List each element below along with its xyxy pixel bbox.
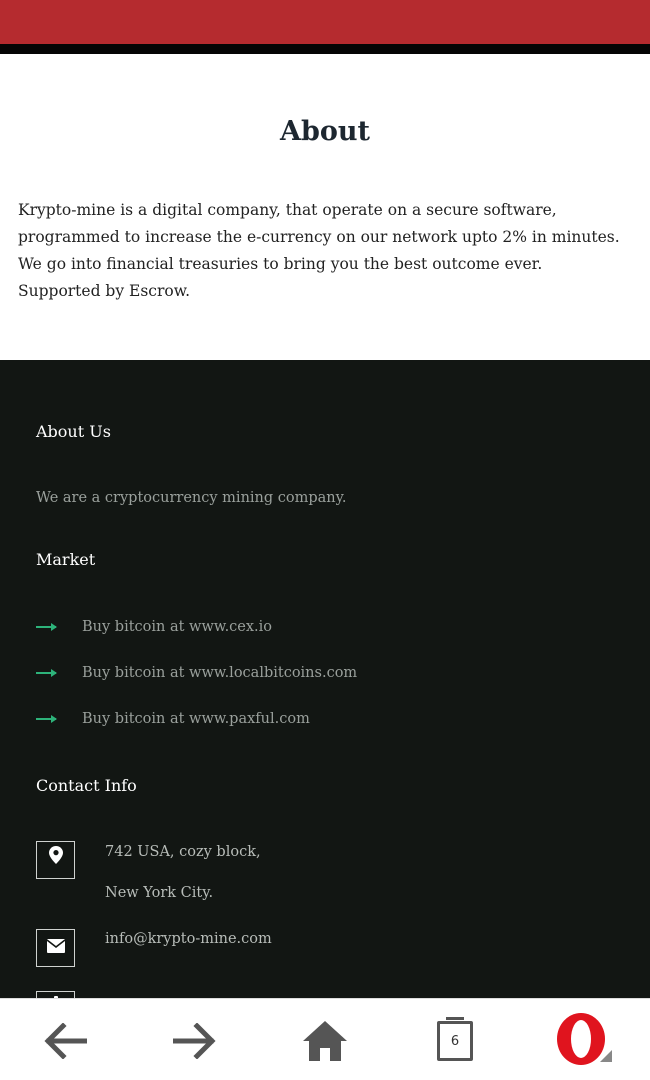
about-us-heading: About Us xyxy=(36,422,111,441)
about-us-text: We are a cryptocurrency mining company. xyxy=(36,490,347,506)
home-icon xyxy=(303,1021,347,1061)
about-line: programmed to increase the e-currency on… xyxy=(18,228,620,246)
home-button[interactable] xyxy=(295,1011,355,1071)
envelope-icon xyxy=(46,939,65,953)
address-line: New York City. xyxy=(105,885,214,901)
market-link[interactable]: Buy bitcoin at www.localbitcoins.com xyxy=(82,665,357,681)
tabs-button[interactable]: 6 xyxy=(425,1011,485,1071)
email-link[interactable]: info@krypto-mine.com xyxy=(105,931,272,947)
map-marker-icon xyxy=(48,846,63,864)
back-button[interactable] xyxy=(35,1011,95,1071)
email-icon-box xyxy=(36,929,75,967)
about-line: Krypto-mine is a digital company, that o… xyxy=(18,201,557,219)
opera-menu-button[interactable] xyxy=(553,1011,613,1071)
page-title: About xyxy=(280,116,370,147)
contact-heading: Contact Info xyxy=(36,776,137,795)
location-icon-box xyxy=(36,841,75,879)
arrow-left-icon xyxy=(44,1023,87,1059)
market-item[interactable]: Buy bitcoin at www.localbitcoins.com xyxy=(36,661,357,685)
status-strip xyxy=(0,44,650,54)
market-item[interactable]: Buy bitcoin at www.cex.io xyxy=(36,615,272,639)
about-description: Krypto-mine is a digital company, that o… xyxy=(18,197,633,305)
status-bar xyxy=(0,0,650,44)
footer: About Us We are a cryptocurrency mining … xyxy=(0,360,650,1029)
about-section: About Krypto-mine is a digital company, … xyxy=(0,54,650,360)
market-heading: Market xyxy=(36,550,96,569)
tab-count-badge: 6 xyxy=(437,1017,473,1061)
arrow-right-icon xyxy=(36,669,57,677)
address-line: 742 USA, cozy block, xyxy=(105,844,261,860)
about-line: We go into financial treasuries to bring… xyxy=(18,255,543,273)
browser-bottom-nav: 6 xyxy=(0,998,650,1080)
arrow-right-icon xyxy=(173,1023,216,1059)
opera-logo-icon xyxy=(557,1013,612,1065)
market-link[interactable]: Buy bitcoin at www.paxful.com xyxy=(82,711,310,727)
about-line: Supported by Escrow. xyxy=(18,282,191,300)
market-link[interactable]: Buy bitcoin at www.cex.io xyxy=(82,619,272,635)
forward-button[interactable] xyxy=(165,1011,225,1071)
market-item[interactable]: Buy bitcoin at www.paxful.com xyxy=(36,707,310,731)
arrow-right-icon xyxy=(36,715,57,723)
arrow-right-icon xyxy=(36,623,57,631)
